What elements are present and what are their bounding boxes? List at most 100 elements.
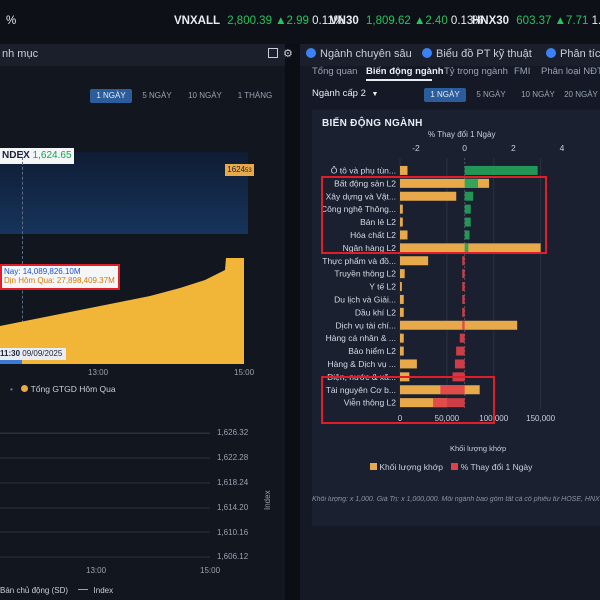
legend-index-line (78, 589, 89, 590)
industry-bar-chart[interactable]: -2 0 2 40 50,000 100,000 150,000Ô tô và phụ tù… (300, 44, 600, 600)
category-label: Hàng & Dịch vụ ... (327, 359, 396, 369)
y-tick: 1,606.12 (217, 552, 249, 561)
settings-icon[interactable]: ⚙ (283, 47, 293, 60)
chart-legend: Khối lượng khớp % Thay đổi 1 Ngày (370, 462, 532, 472)
pct-change-bar (464, 165, 538, 175)
index-grid-chart (0, 432, 210, 558)
volume-bar (400, 333, 404, 343)
crosshair-time: 11:30 (0, 349, 21, 358)
ticker-change: ▲2.40 (413, 15, 448, 27)
top-axis-tick: 4 (560, 143, 565, 153)
y-tick: 1,626.32 (217, 428, 249, 437)
ticker-value: 1,809.62 (365, 15, 411, 27)
volume-bar (400, 256, 429, 266)
volume-bar (400, 307, 404, 317)
pct-change-bar (459, 333, 465, 343)
ticker-left-arrow[interactable]: % (6, 15, 16, 27)
volume-bar (400, 346, 404, 356)
category-label: Dầu khí L2 (355, 307, 396, 317)
index-label-box: NDEX 1,624.65 (0, 148, 74, 164)
tooltip-prev-value: 27,898,409.37M (56, 276, 115, 285)
ticker-change: ▲2.99 (275, 15, 309, 27)
x-tick-1300: 13:00 (88, 368, 109, 377)
ticker-name: VN30 (330, 15, 359, 27)
legend-volume-label: Khối lượng khớp (379, 462, 443, 472)
range-5-days[interactable]: 5 NGÀY (136, 89, 178, 103)
volume-bar (400, 294, 404, 304)
x-tick-1500: 15:00 (234, 368, 255, 377)
legend-pct-swatch (451, 463, 459, 470)
ticker-value: 603.37 (516, 15, 552, 27)
top-axis-tick: 0 (462, 143, 467, 153)
x-tick-1300-bottom: 13:00 (86, 566, 107, 575)
bottom-axis-label: Khối lượng khớp (450, 444, 507, 453)
highlight-box-top (321, 176, 547, 254)
y-tick: 1,618.24 (217, 478, 249, 487)
category-label: Dịch vụ tài chí... (336, 320, 396, 330)
tooltip-today-value: 14,089,826.10M (22, 267, 81, 276)
legend-pct-label: % Thay đổi 1 Ngày (460, 462, 533, 472)
volume-bar (400, 359, 417, 369)
legend-volume-swatch (370, 463, 377, 470)
legend-prev-label: Tổng GTGD Hôm Qua (30, 384, 116, 394)
category-label: Thực phẩm và đồ... (322, 256, 396, 266)
range-10-days[interactable]: 10 NGÀY (182, 89, 228, 103)
pct-change-bar (462, 294, 465, 304)
pct-change-bar (462, 256, 465, 266)
volume-tooltip: Nay: 14,089,826.10M Dịn Hôm Qua: 27,898,… (0, 264, 120, 290)
legend-sd-label: Bán chủ động (SD) (0, 586, 69, 595)
expand-icon[interactable] (268, 48, 278, 58)
pct-change-bar (454, 359, 465, 369)
ticker-vnxall[interactable]: VNXALL 2,800.39 ▲2.99 0.11% (174, 15, 344, 27)
ticker-pct: 1.29% (591, 15, 600, 27)
ticker-change: ▲7.71 (554, 15, 589, 27)
panel-divider (285, 44, 300, 600)
highlight-box-bottom (321, 376, 495, 424)
index-intraday-chart[interactable] (0, 152, 248, 234)
left-panel-header: nh mục ⚙ (0, 44, 293, 66)
top-axis-tick: 2 (511, 143, 516, 153)
volume-legend: • Tổng GTGD Hôm Qua (10, 384, 116, 394)
y-tick: 1,610.16 (217, 528, 249, 537)
crosshair-date: 09/09/2025 (22, 349, 63, 358)
chart-footnote: Khối lượng: x 1,000. Giá Trị: x 1,000,00… (312, 496, 600, 503)
pct-change-bar (462, 282, 465, 292)
index-value: 1,624.65 (32, 150, 72, 161)
y-tick: 1,622.28 (217, 453, 249, 462)
price-tag: 162453 (225, 164, 254, 176)
legend-index-label: Index (93, 586, 114, 595)
volume-bar (400, 282, 402, 292)
pct-change-bar (462, 269, 465, 279)
range-1-day[interactable]: 1 NGÀY (90, 89, 132, 103)
volume-bar (400, 165, 408, 175)
bottom-axis-tick: 150,000 (526, 414, 555, 423)
ticker-name: HNX30 (472, 15, 510, 27)
bottom-legend: Bán chủ động (SD) Index (0, 586, 113, 595)
tooltip-prev-label: Dịn Hôm Qua: (4, 276, 55, 285)
tooltip-today-label: Nay (4, 267, 19, 276)
ticker-vn30[interactable]: VN30 1,809.62 ▲2.40 0.13% (330, 15, 484, 27)
price-tag-frac: 53 (245, 168, 252, 174)
category-label: Truyền thông L2 (334, 269, 396, 279)
right-panel: Ngành chuyên sâu Biểu đồ PT kỹ thuật Phâ… (300, 44, 600, 600)
category-label: Du lịch và Giải... (334, 294, 396, 304)
category-label: Ô tô và phụ tùn... (331, 165, 396, 175)
legend-prev-swatch (21, 385, 29, 392)
x-tick-1500-bottom: 15:00 (200, 566, 221, 575)
category-label: Bảo hiểm L2 (348, 346, 396, 356)
range-1-month[interactable]: 1 THÁNG (232, 89, 278, 103)
pct-change-bar (456, 346, 465, 356)
pct-change-bar (462, 307, 465, 317)
volume-bar (400, 269, 405, 279)
price-tag-value: 1624 (227, 165, 246, 174)
top-axis-tick: -2 (412, 143, 420, 153)
ticker-name: VNXALL (174, 15, 220, 27)
y-tick: 1,614.20 (217, 503, 249, 512)
crosshair-time-label: 11:30 09/09/2025 (0, 348, 66, 360)
pct-change-bar (462, 320, 465, 330)
y-axis-label: Index (263, 490, 272, 510)
market-ticker-bar: % VNXALL 2,800.39 ▲2.99 0.11% VN30 1,809… (0, 0, 600, 45)
ticker-hnx30[interactable]: HNX30 603.37 ▲7.71 1.29% (472, 15, 600, 27)
category-label: Hàng cá nhân & ... (326, 333, 396, 343)
left-panel-title[interactable]: nh mục (2, 48, 38, 60)
